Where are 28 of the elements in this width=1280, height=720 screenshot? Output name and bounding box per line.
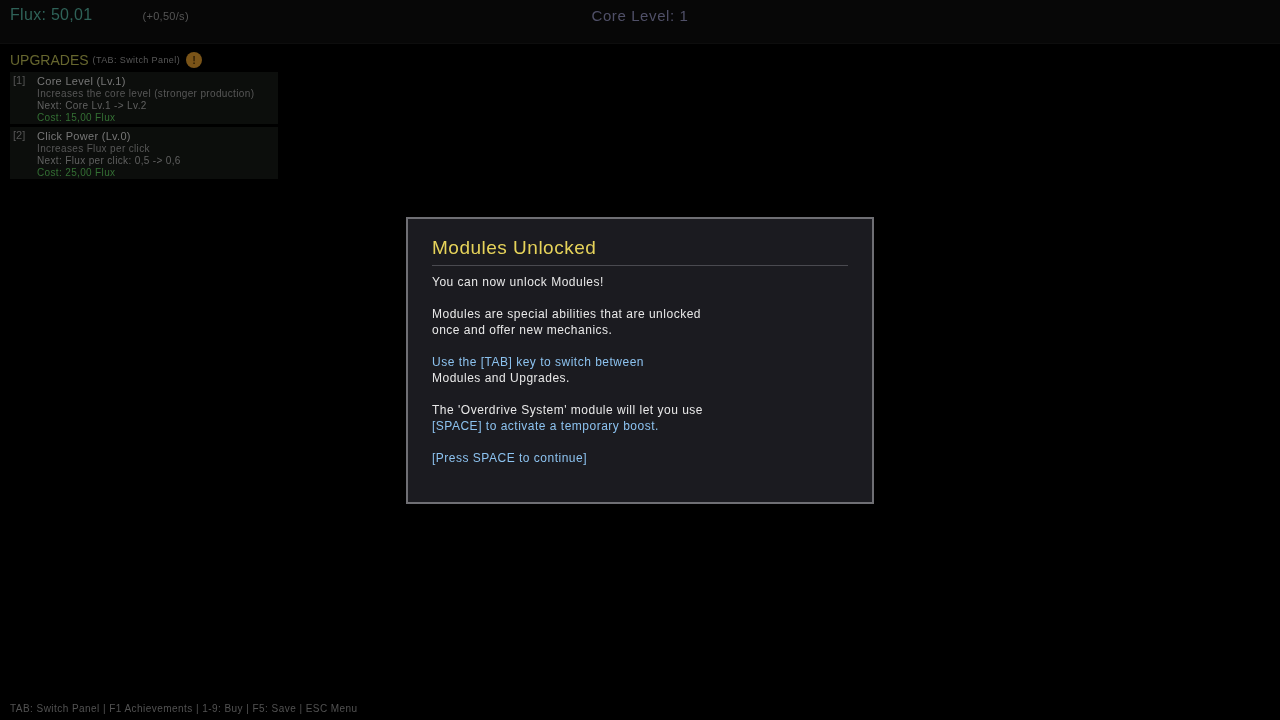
upgrade-name: Click Power (Lv.0)	[37, 129, 132, 143]
upgrade-description: Increases Flux per click	[37, 143, 151, 155]
dialog-text: [Press SPACE to continue]	[432, 449, 587, 466]
upgrade-card[interactable]: [1] Core Level (Lv.1) Increases the core level (stronger production) Next: Core Lv.1 -> Lv.2 Cost: 15,00 Flux	[10, 72, 278, 124]
upgrade-description: Increases the core level (stronger production)	[37, 88, 256, 100]
upgrade-key: [2]	[13, 129, 37, 179]
upgrade-next: Next: Flux per click: 0,5 -> 0,6	[37, 155, 182, 167]
upgrade-cost: Cost: 15,00 Flux	[37, 112, 117, 124]
upgrade-key: [1]	[13, 74, 37, 124]
dialog-text: Modules and Upgrades.	[432, 369, 570, 386]
panel-title: UPGRADES	[10, 52, 89, 68]
upgrade-next: Next: Core Lv.1 -> Lv.2	[37, 100, 148, 112]
dialog-text: Use the [TAB] key to switch between	[432, 353, 645, 370]
dialog-text: once and offer new mechanics.	[432, 321, 613, 338]
dialog-text: You can now unlock Modules!	[432, 273, 604, 290]
dialog-text: Modules are special abilities that are unlocked	[432, 305, 701, 322]
upgrade-name: Core Level (Lv.1)	[37, 74, 127, 88]
flux-rate: (+0,50/s)	[142, 10, 189, 22]
panel-hint: (TAB: Switch Panel)	[92, 55, 181, 65]
alert-badge: !	[186, 52, 203, 68]
dialog-text: [SPACE] to activate a temporary boost.	[432, 417, 659, 434]
upgrade-card[interactable]: [2] Click Power (Lv.0) Increases Flux per click Next: Flux per click: 0,5 -> 0,6 Cost: 25,00 Flux	[10, 127, 278, 179]
upgrade-cost: Cost: 25,00 Flux	[37, 167, 117, 179]
core-level-label: Core Level: 1	[591, 6, 689, 24]
key-hints: TAB: Switch Panel | F1 Achievements | 1-9: Buy | F5: Save | ESC Menu	[9, 703, 358, 716]
dialog-text: The 'Overdrive System' module will let you use	[432, 401, 703, 418]
flux-counter: Flux: 50,01	[10, 6, 93, 24]
dialog-title: Modules Unlocked	[432, 235, 597, 260]
